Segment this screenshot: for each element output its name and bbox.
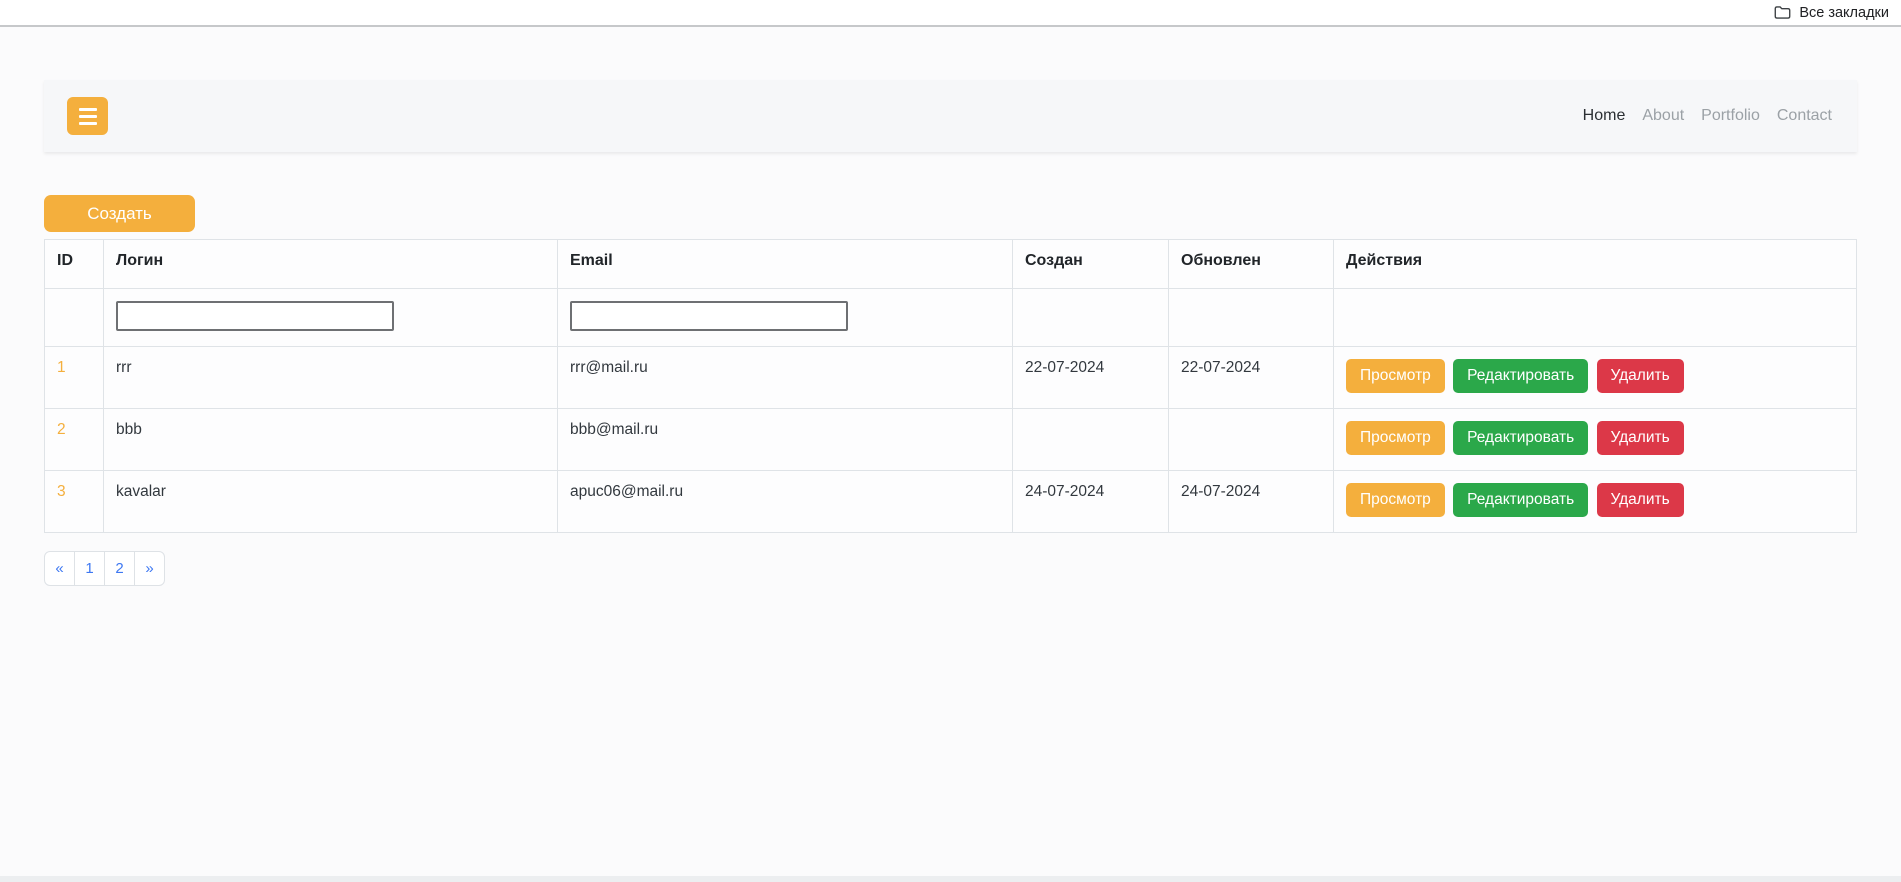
row-email-cell: rrr@mail.ru [558, 347, 1013, 409]
row-updated-cell: 24-07-2024 [1169, 471, 1334, 533]
pagination-prev[interactable]: « [44, 551, 75, 586]
view-button[interactable]: Просмотр [1346, 483, 1445, 517]
nav-link-about[interactable]: About [1642, 107, 1684, 125]
row-login-cell: kavalar [104, 471, 558, 533]
pagination-page-2[interactable]: 2 [104, 551, 135, 586]
edit-button[interactable]: Редактировать [1453, 359, 1588, 393]
row-id-link[interactable]: 2 [57, 421, 66, 438]
header-actions: Действия [1334, 240, 1857, 289]
edit-button[interactable]: Редактировать [1453, 421, 1588, 455]
create-button[interactable]: Создать [44, 195, 195, 232]
filter-row [45, 289, 1857, 347]
all-bookmarks-button[interactable]: Все закладки [1774, 5, 1889, 21]
header-email: Email [558, 240, 1013, 289]
pagination: « 1 2 » [44, 551, 165, 586]
email-filter-input[interactable] [570, 301, 848, 331]
row-actions-cell: Просмотр Редактировать Удалить [1334, 409, 1857, 471]
hamburger-menu-button[interactable] [67, 97, 108, 135]
all-bookmarks-label: Все закладки [1799, 5, 1889, 21]
window-bottom-strip [0, 876, 1901, 882]
table-row: 2 bbb bbb@mail.ru Просмотр Редактировать… [45, 409, 1857, 471]
row-id-link[interactable]: 1 [57, 359, 66, 376]
users-table: ID Логин Email Создан Обновлен Действия [44, 239, 1857, 533]
browser-bookmarks-bar: Все закладки [0, 0, 1901, 27]
hamburger-icon [79, 108, 97, 111]
navbar: Home About Portfolio Contact [44, 80, 1857, 152]
nav-links: Home About Portfolio Contact [1583, 107, 1832, 125]
row-id-link[interactable]: 3 [57, 483, 66, 500]
view-button[interactable]: Просмотр [1346, 421, 1445, 455]
nav-link-contact[interactable]: Contact [1777, 107, 1832, 125]
toolbar: Создать [44, 195, 1857, 232]
delete-button[interactable]: Удалить [1597, 483, 1684, 517]
row-actions-cell: Просмотр Редактировать Удалить [1334, 347, 1857, 409]
row-updated-cell: 22-07-2024 [1169, 347, 1334, 409]
login-filter-input[interactable] [116, 301, 394, 331]
row-email-cell: bbb@mail.ru [558, 409, 1013, 471]
folder-icon [1774, 5, 1791, 20]
delete-button[interactable]: Удалить [1597, 421, 1684, 455]
view-button[interactable]: Просмотр [1346, 359, 1445, 393]
header-updated: Обновлен [1169, 240, 1334, 289]
row-created-cell: 24-07-2024 [1013, 471, 1169, 533]
table-row: 1 rrr rrr@mail.ru 22-07-2024 22-07-2024 … [45, 347, 1857, 409]
edit-button[interactable]: Редактировать [1453, 483, 1588, 517]
header-login: Логин [104, 240, 558, 289]
table-header-row: ID Логин Email Создан Обновлен Действия [45, 240, 1857, 289]
row-login-cell: rrr [104, 347, 558, 409]
row-created-cell: 22-07-2024 [1013, 347, 1169, 409]
row-actions-cell: Просмотр Редактировать Удалить [1334, 471, 1857, 533]
row-email-cell: apuc06@mail.ru [558, 471, 1013, 533]
header-id: ID [45, 240, 104, 289]
row-login-cell: bbb [104, 409, 558, 471]
nav-link-home[interactable]: Home [1583, 107, 1626, 125]
pagination-page-1[interactable]: 1 [74, 551, 105, 586]
row-created-cell [1013, 409, 1169, 471]
table-row: 3 kavalar apuc06@mail.ru 24-07-2024 24-0… [45, 471, 1857, 533]
row-updated-cell [1169, 409, 1334, 471]
delete-button[interactable]: Удалить [1597, 359, 1684, 393]
nav-link-portfolio[interactable]: Portfolio [1701, 107, 1760, 125]
users-table-wrap: ID Логин Email Создан Обновлен Действия [44, 239, 1857, 533]
pagination-next[interactable]: » [134, 551, 165, 586]
header-created: Создан [1013, 240, 1169, 289]
